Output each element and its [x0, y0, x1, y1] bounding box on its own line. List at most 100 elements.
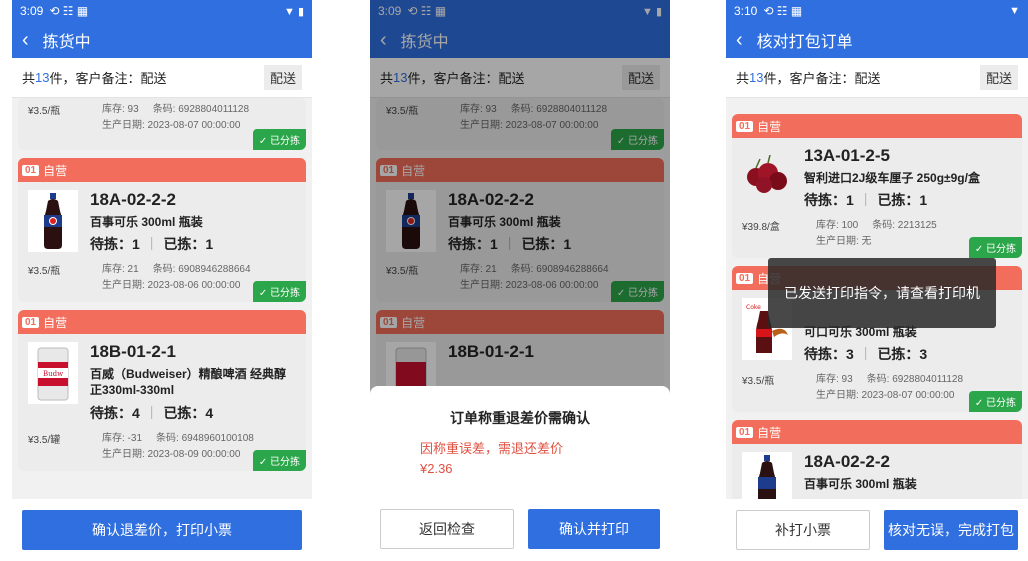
print-toast: 已发送打印指令，请查看打印机 [768, 258, 996, 328]
stock: 库存: 93 [102, 104, 139, 115]
to-pick-qty: 待拣：1 [804, 192, 854, 209]
status-time: 3:09 [20, 4, 44, 18]
product-name: 智利进口2J级车厘子 250g±9g/盒 [804, 171, 980, 185]
back-chevron-icon[interactable]: ‹ [736, 30, 743, 50]
batch-number: 01 [736, 426, 754, 438]
item-list[interactable]: ¥3.5/瓶 库存: 93 条码: 6928804011128 生产日期: 202… [12, 98, 312, 499]
product-image [742, 146, 792, 208]
status-bar: 3:09 ⟲ ☷ ▦ ▼ ▮ [12, 0, 312, 22]
unit-price: ¥3.5/瓶 [742, 376, 775, 388]
delivery-tag: 配送 [979, 65, 1018, 90]
product-name: 百事可乐 300ml 瓶装 [90, 215, 203, 229]
dialog-title: 订单称重退差价需确认 [450, 410, 590, 426]
confirm-print-button[interactable]: 确认并打印 [528, 509, 660, 549]
batch-number: 01 [22, 316, 40, 328]
dialog-reason: 因称重误差，需退还差价 [420, 441, 564, 456]
summary-prefix: 共 [22, 71, 36, 86]
status-time: 3:10 [734, 4, 758, 18]
back-to-check-button[interactable]: 返回检查 [380, 509, 514, 549]
product-image [28, 190, 78, 252]
store-type: 自营 [43, 163, 68, 178]
to-pick-qty: 待拣：1 [90, 236, 140, 253]
order-summary: 共 13 件，客户备注：配送 配送 [12, 58, 312, 98]
status-icons: ⟲ ☷ ▦ [763, 4, 803, 18]
barcode: 条码: 6928804011128 [866, 374, 964, 386]
screen-picking: 3:09 ⟲ ☷ ▦ ▼ ▮ ‹ 拣货中 共 13 件，客户备注：配送 配送 ¥3.… [12, 0, 312, 561]
summary-prefix: 共 [736, 71, 750, 86]
page-title: 核对打包订单 [756, 34, 853, 51]
list-item: 01 自营 13A-01-2-5 智利进口2J级车厘子 250g±9g/盒 待拣… [732, 114, 1022, 259]
unit-price: ¥39.8/盒 [742, 222, 780, 234]
batch-number: 01 [736, 120, 754, 132]
refund-amount: ¥2.36 [420, 461, 453, 476]
card-header: 01 自营 [18, 158, 306, 182]
list-item: 01 自营 18A-02-2-2 百事可乐 300ml 瓶装 待拣：1 | 已拣：1… [18, 158, 306, 303]
store-type: 自营 [757, 119, 782, 134]
unit-price: ¥3.5/罐 [28, 434, 61, 446]
card-header: 01 自营 [732, 420, 1022, 445]
batch-number: 01 [736, 272, 754, 284]
sorted-badge: ✓ 已分拣 [252, 281, 306, 303]
shelf-location: 13A-01-2-5 [804, 146, 890, 165]
sorted-badge: ✓ 已分拣 [968, 237, 1022, 259]
store-type: 自营 [43, 315, 68, 330]
product-image [742, 452, 792, 499]
to-pick-qty: 待拣：4 [90, 404, 140, 421]
unit-price: ¥3.5/瓶 [28, 266, 61, 278]
stock: 库存: 21 [102, 264, 139, 276]
product-image: Budw [28, 342, 78, 405]
sorted-badge: ✓ 已分拣 [968, 391, 1022, 413]
product-name: 百事可乐 300ml 瓶装 [804, 477, 917, 492]
order-summary: 共 13 件，客户备注：配送 配送 [726, 58, 1028, 98]
status-icons: ⟲ ☷ ▦ [49, 4, 89, 18]
confirm-refund-print-button[interactable]: 确认退差价，打印小票 [22, 510, 302, 550]
page-title: 拣货中 [42, 34, 91, 51]
shelf-location: 18B-01-2-1 [90, 342, 176, 362]
picked-qty: 已拣：1 [163, 236, 214, 253]
list-item-partial: ¥3.5/瓶 库存: 93 条码: 6928804011128 生产日期: 202… [18, 98, 306, 150]
refund-confirm-dialog: 订单称重退差价需确认 因称重误差，需退还差价 ¥2.36 返回检查 确认并打印 [370, 386, 670, 561]
card-header: 01 自营 [732, 114, 1022, 138]
summary-suffix: 件，客户备注：配送 [763, 71, 881, 86]
unit-price: ¥3.5/瓶 [28, 106, 61, 117]
barcode: 条码: 6948960100108 [156, 432, 254, 444]
item-count: 13 [749, 70, 764, 85]
list-item: 01 自营 18A-02-2-2 百事可乐 300ml 瓶装 [732, 420, 1022, 499]
wifi-battery-icon: ▼ ▮ [284, 5, 304, 18]
sorted-badge: ✓ 已分拣 [252, 129, 306, 150]
list-item: 01 自营 Budw 18B-01-2-1 百威（Budweiser）精酿啤酒 … [18, 310, 306, 471]
stock: 库存: 100 [816, 220, 859, 232]
bottom-bar: 确认退差价，打印小票 [12, 499, 312, 561]
batch-number: 01 [22, 164, 40, 176]
item-count: 13 [35, 70, 50, 85]
store-type: 自营 [757, 425, 782, 440]
bottom-bar: 补打小票 核对无误，完成打包 [726, 499, 1028, 561]
shelf-location: 18A-02-2-2 [804, 452, 890, 472]
card-header: 01 自营 [18, 310, 306, 335]
delivery-tag: 配送 [263, 65, 302, 90]
summary-suffix: 件，客户备注：配送 [49, 71, 167, 86]
title-bar: ‹ 核对打包订单 [726, 22, 1028, 58]
reprint-receipt-button[interactable]: 补打小票 [736, 510, 870, 550]
status-bar: 3:10 ⟲ ☷ ▦ ▼ [726, 0, 1028, 22]
product-name: 百威（Budweiser）精酿啤酒 经典醇正330ml-330ml [90, 367, 287, 398]
stock: 库存: -31 [102, 432, 143, 444]
svg-text:Coke: Coke [746, 304, 761, 311]
to-pick-qty: 待拣：3 [804, 346, 854, 363]
picked-qty: 已拣：3 [877, 346, 928, 363]
wifi-icon: ▼ [1009, 5, 1020, 17]
finish-packing-button[interactable]: 核对无误，完成打包 [884, 510, 1018, 550]
stock: 库存: 93 [816, 374, 853, 386]
barcode: 条码: 6908946288664 [152, 264, 251, 276]
title-bar: ‹ 拣货中 [12, 22, 312, 58]
svg-text:Budw: Budw [43, 370, 63, 378]
barcode: 条码: 2213125 [872, 220, 937, 232]
back-chevron-icon[interactable]: ‹ [22, 30, 29, 50]
screen-picking-dialog: 3:09 ⟲ ☷ ▦ ▼ ▮ ‹ 拣货中 共 13 件，客户备注：配送 配送 ¥3.… [370, 0, 670, 561]
screen-verify-packing: 3:10 ⟲ ☷ ▦ ▼ ‹ 核对打包订单 共 13 件，客户备注：配送 配送 01… [726, 0, 1028, 561]
barcode: 条码: 6928804011128 [152, 104, 250, 115]
sorted-badge: ✓ 已分拣 [252, 449, 306, 471]
shelf-location: 18A-02-2-2 [90, 190, 176, 209]
picked-qty: 已拣：4 [163, 404, 214, 421]
picked-qty: 已拣：1 [877, 192, 928, 209]
